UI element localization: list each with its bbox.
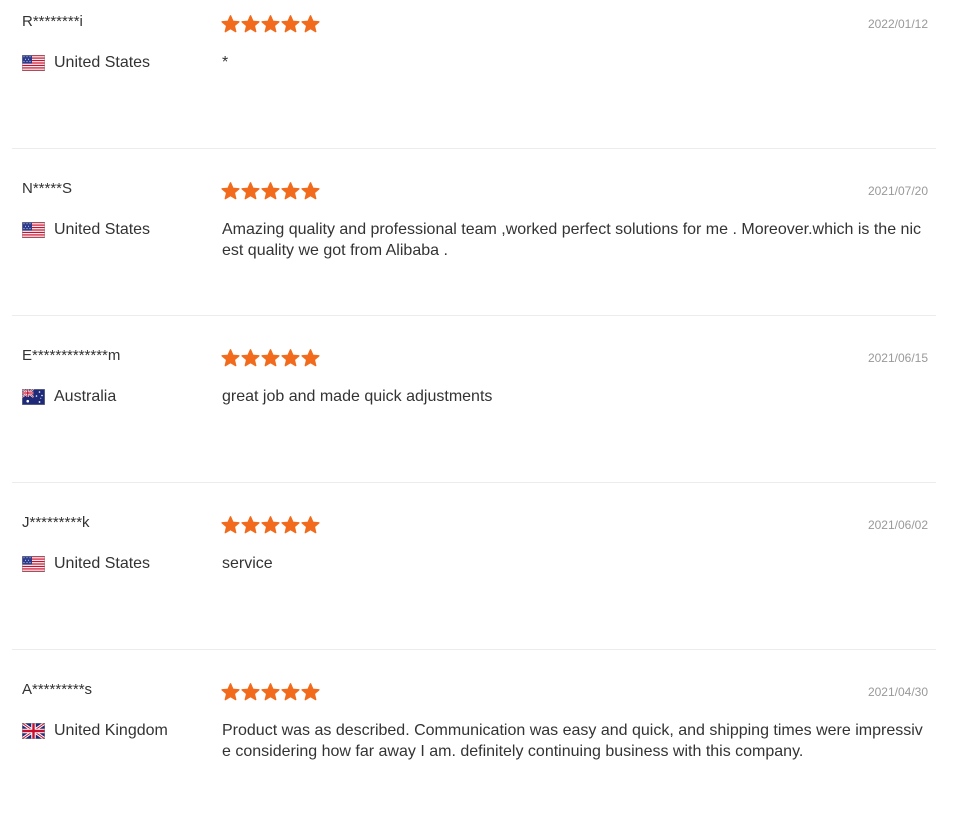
reviewer-country: United Kingdom bbox=[22, 721, 168, 741]
reviewer-country: United States bbox=[22, 220, 150, 240]
star-icon bbox=[301, 683, 320, 702]
star-icon bbox=[221, 516, 240, 535]
review-text: Product was as described. Communication … bbox=[222, 722, 923, 760]
star-rating bbox=[221, 182, 320, 201]
reviewer-name: A*********s bbox=[22, 681, 93, 698]
country-name: United States bbox=[54, 221, 151, 238]
country-name: United Kingdom bbox=[54, 722, 168, 739]
country-name: United States bbox=[54, 54, 151, 71]
star-icon bbox=[241, 349, 260, 368]
divider bbox=[12, 482, 936, 483]
star-icon bbox=[301, 182, 320, 201]
review-item: J*********k United States 2021/06/02 ser… bbox=[0, 501, 954, 668]
reviewer-country: Australia bbox=[22, 387, 116, 407]
star-icon bbox=[221, 683, 240, 702]
review-list: R********i United States 2022/01/12 * N*… bbox=[0, 0, 954, 835]
star-icon bbox=[241, 182, 260, 201]
star-icon bbox=[261, 349, 280, 368]
star-rating bbox=[221, 683, 320, 702]
star-icon bbox=[281, 15, 300, 34]
reviewer-country: United States bbox=[22, 53, 150, 73]
star-icon bbox=[281, 349, 300, 368]
divider bbox=[12, 148, 936, 149]
star-icon bbox=[301, 349, 320, 368]
us-flag-icon bbox=[22, 556, 45, 572]
star-icon bbox=[301, 15, 320, 34]
reviewer-name: E*************m bbox=[22, 347, 121, 364]
au-flag-icon bbox=[22, 389, 45, 405]
star-icon bbox=[261, 516, 280, 535]
uk-flag-icon bbox=[22, 723, 45, 739]
reviewer-country: United States bbox=[22, 554, 150, 574]
review-date: 2021/06/02 bbox=[867, 518, 928, 532]
divider bbox=[12, 649, 936, 650]
review-item: N*****S United States 2021/07/20 Amazing… bbox=[0, 167, 954, 334]
review-text: * bbox=[222, 54, 229, 71]
star-rating bbox=[221, 349, 320, 368]
review-text: great job and made quick adjustments bbox=[222, 388, 493, 405]
country-name: United States bbox=[54, 555, 151, 572]
review-item: E*************m Australia 2021/06/15 gre… bbox=[0, 334, 954, 501]
review-text: Amazing quality and professional team ,w… bbox=[222, 221, 921, 259]
review-date: 2021/07/20 bbox=[867, 184, 928, 198]
star-icon bbox=[301, 516, 320, 535]
us-flag-icon bbox=[22, 55, 45, 71]
star-icon bbox=[261, 15, 280, 34]
star-icon bbox=[281, 182, 300, 201]
star-icon bbox=[261, 182, 280, 201]
divider bbox=[12, 315, 936, 316]
star-rating bbox=[221, 516, 320, 535]
star-icon bbox=[221, 349, 240, 368]
review-item: A*********s United Kingdom 2021/04/30 Pr… bbox=[0, 668, 954, 835]
star-icon bbox=[281, 683, 300, 702]
review-date: 2021/04/30 bbox=[867, 685, 928, 699]
review-text: service bbox=[222, 555, 273, 572]
star-rating bbox=[221, 15, 320, 34]
star-icon bbox=[221, 15, 240, 34]
star-icon bbox=[241, 683, 260, 702]
star-icon bbox=[221, 182, 240, 201]
star-icon bbox=[241, 15, 260, 34]
country-name: Australia bbox=[54, 388, 117, 405]
review-date: 2021/06/15 bbox=[867, 351, 928, 365]
star-icon bbox=[281, 516, 300, 535]
reviewer-name: R********i bbox=[22, 13, 83, 30]
star-icon bbox=[241, 516, 260, 535]
review-date: 2022/01/12 bbox=[867, 17, 928, 31]
reviewer-name: N*****S bbox=[22, 180, 73, 197]
review-item: R********i United States 2022/01/12 * bbox=[0, 0, 954, 167]
star-icon bbox=[261, 683, 280, 702]
us-flag-icon bbox=[22, 222, 45, 238]
reviewer-name: J*********k bbox=[22, 514, 90, 531]
